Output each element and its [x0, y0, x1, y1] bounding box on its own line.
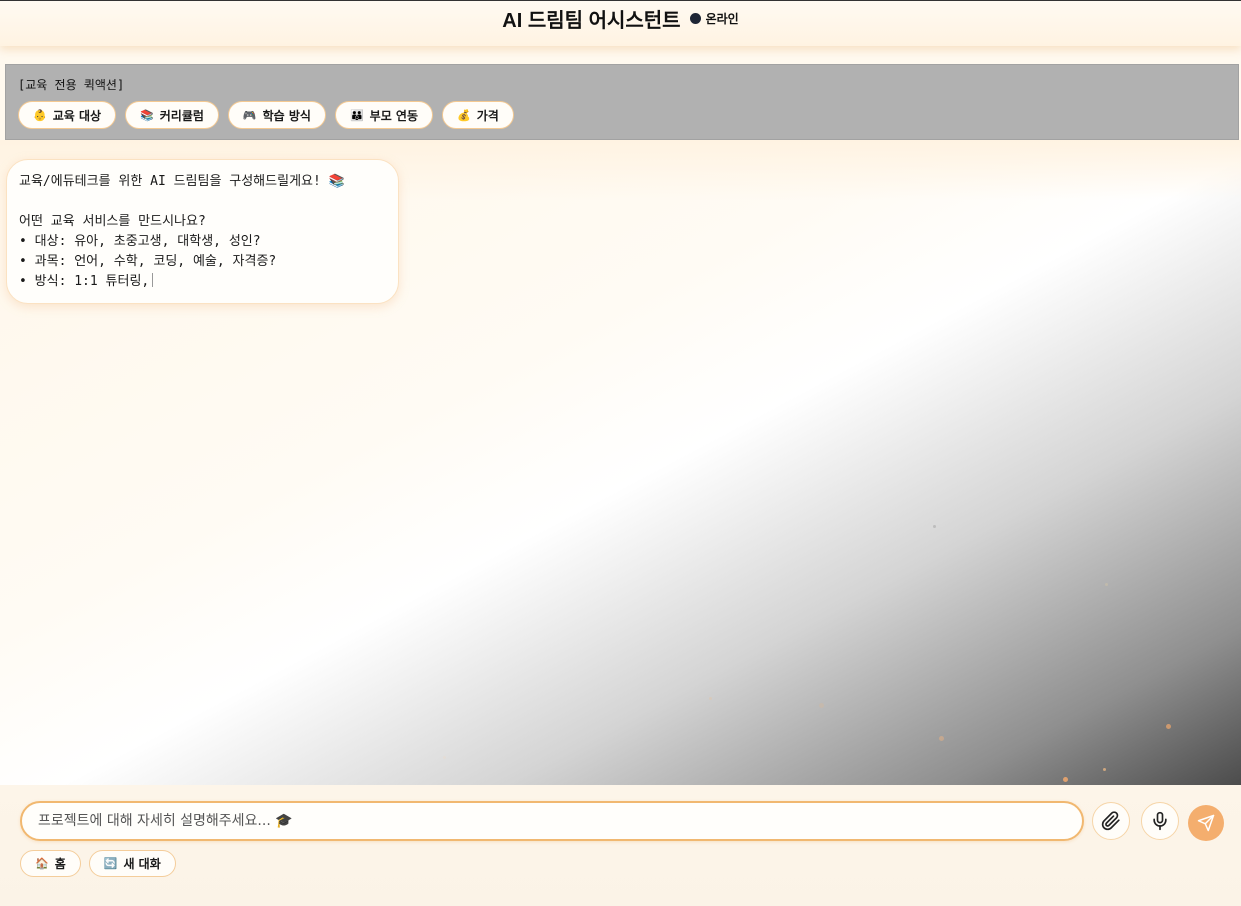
quick-action-price[interactable]: 💰 가격	[442, 101, 514, 129]
new-chat-button[interactable]: 🔄 새 대화	[88, 850, 176, 877]
refresh-icon: 🔄	[103, 857, 118, 870]
quick-action-label: 가격	[476, 108, 499, 123]
money-bag-icon: 💰	[457, 108, 471, 122]
background-particle	[443, 756, 446, 759]
message-input[interactable]	[20, 801, 1084, 841]
quick-action-label: 학습 방식	[262, 108, 311, 123]
page-title: AI 드림팀 어시스턴트	[502, 10, 681, 32]
quick-action-curriculum[interactable]: 📚 커리큘럼	[125, 101, 219, 129]
quick-action-learning-method[interactable]: 🎮 학습 방식	[227, 101, 326, 129]
assistant-message-bubble: 교육/에듀테크를 위한 AI 드림팀을 구성해드릴게요! 📚 어떤 교육 서비스…	[6, 159, 399, 304]
send-icon	[1197, 814, 1215, 832]
quick-action-panel: [교육 전용 퀵액션] 👶 교육 대상 📚 커리큘럼 🎮 학습 방식 👪 부모 …	[5, 64, 1239, 140]
app-header: AI 드림팀 어시스턴트 온라인	[0, 0, 1241, 46]
message-line: 교육/에듀테크를 위한 AI 드림팀을 구성해드릴게요! 📚	[19, 174, 345, 189]
microphone-icon	[1153, 811, 1167, 831]
typing-cursor	[152, 273, 154, 287]
message-line: 어떤 교육 서비스를 만드시나요?	[19, 214, 206, 229]
quick-action-parent-link[interactable]: 👪 부모 연동	[334, 101, 434, 129]
quick-action-title: [교육 전용 퀵액션]	[18, 78, 125, 92]
home-label: 홈	[54, 857, 66, 871]
background-particle	[933, 525, 936, 528]
message-line: • 대상: 유아, 초중고생, 대학생, 성인?	[19, 234, 261, 249]
message-line: • 과목: 언어, 수학, 코딩, 예술, 자격증?	[19, 254, 277, 269]
quick-action-label: 커리큘럼	[159, 108, 204, 123]
online-status-dot-icon	[689, 13, 701, 24]
books-icon: 📚	[140, 108, 154, 122]
background-particle	[819, 703, 824, 708]
game-controller-icon: 🎮	[242, 108, 257, 122]
background-particle	[1105, 583, 1108, 586]
quick-action-label: 부모 연동	[369, 108, 419, 123]
home-button[interactable]: 🏠 홈	[20, 850, 81, 877]
message-line-last: • 방식: 1:1 튜터링,	[19, 272, 386, 292]
status-label: 온라인	[705, 12, 739, 26]
status-indicator: 온라인	[689, 10, 739, 27]
background-particle	[1103, 768, 1106, 771]
message-line-text: • 방식: 1:1 튜터링,	[19, 274, 150, 289]
microphone-button[interactable]	[1141, 802, 1179, 840]
message-line	[19, 192, 386, 212]
send-button[interactable]	[1188, 805, 1224, 841]
background-particle	[939, 736, 944, 741]
quick-action-education-target[interactable]: 👶 교육 대상	[18, 101, 117, 129]
background-particle	[1063, 777, 1068, 782]
footer-nav: 🏠 홈 🔄 새 대화	[20, 850, 176, 877]
family-icon: 👪	[349, 108, 364, 122]
house-icon: 🏠	[35, 857, 49, 870]
background-particle	[709, 697, 712, 700]
quick-action-row: 👶 교육 대상 📚 커리큘럼 🎮 학습 방식 👪 부모 연동 💰 가격	[18, 101, 514, 129]
quick-action-label: 교육 대상	[52, 108, 102, 123]
attach-button[interactable]	[1092, 802, 1130, 840]
composer-bar: 🏠 홈 🔄 새 대화	[0, 785, 1241, 906]
background-particle	[1166, 724, 1171, 729]
paperclip-icon	[1101, 811, 1120, 831]
new-chat-label: 새 대화	[123, 857, 161, 871]
baby-icon: 👶	[33, 108, 47, 122]
